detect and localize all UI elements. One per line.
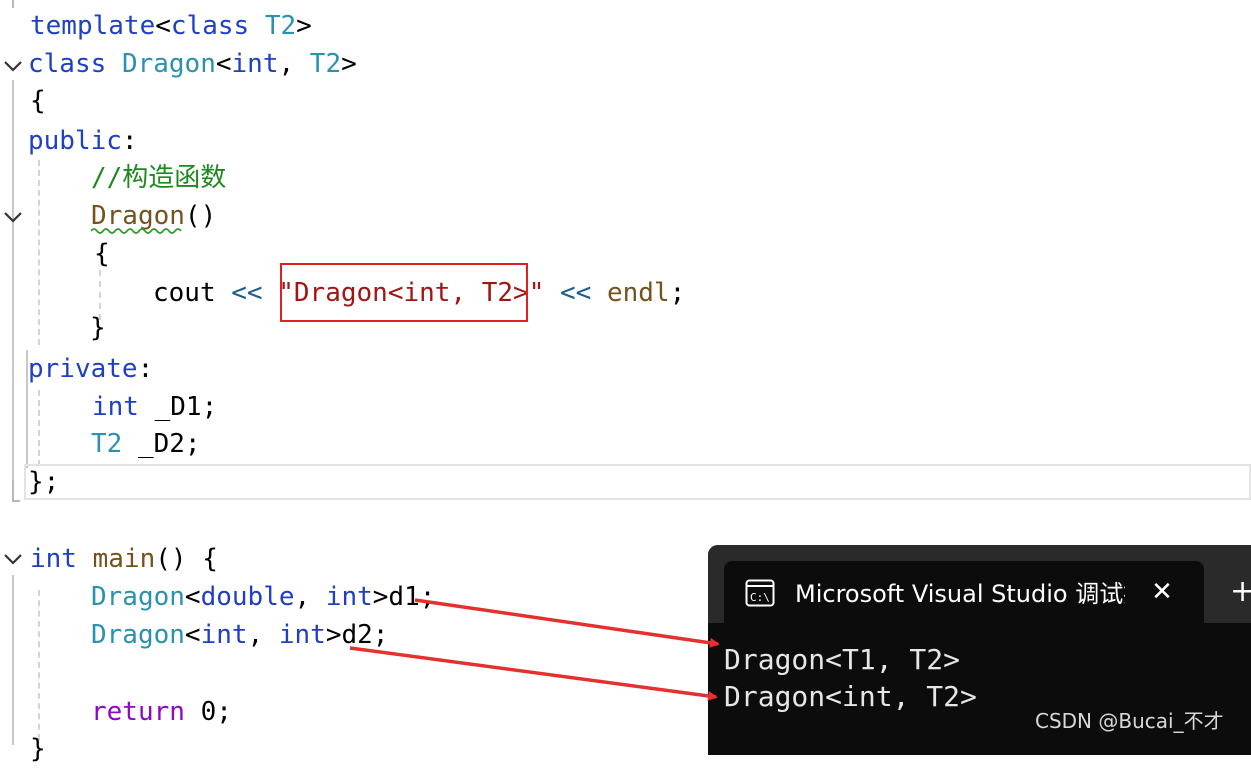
fold-chevron-icon[interactable] [3, 207, 23, 227]
console-output-line: Dragon<int, T2> [724, 680, 977, 713]
keyword: public [28, 126, 122, 156]
code-line[interactable]: Dragon<int, int>d2; [91, 616, 388, 654]
keyword: template [30, 11, 156, 41]
code-line[interactable]: template<class T2> [30, 7, 312, 45]
close-icon[interactable]: ✕ [1148, 578, 1176, 606]
keyword: int [325, 582, 373, 612]
identifier: 0; [184, 697, 232, 727]
keyword: class [28, 49, 107, 79]
keyword: private [28, 354, 138, 384]
keyword: class [170, 11, 250, 41]
current-line-highlight [24, 464, 1251, 500]
keyword: double [200, 582, 295, 612]
fold-bracket-class-end [12, 480, 20, 502]
keyword: int [200, 620, 248, 650]
warning-squiggle [91, 228, 182, 234]
function-name: main [92, 544, 156, 574]
type-name: T2 [309, 49, 342, 79]
watermark: CSDN @Bucai_不才 [1035, 709, 1224, 733]
code-line[interactable]: int _D1; [92, 388, 217, 426]
brace: } [30, 734, 46, 764]
fold-chevron-icon[interactable] [3, 549, 23, 569]
punct: , [278, 49, 310, 79]
code-line[interactable]: } [90, 309, 106, 347]
identifier: cout [153, 278, 216, 308]
punct: > [296, 11, 312, 41]
highlight-box [280, 263, 528, 322]
identifier: >d1; [372, 582, 436, 612]
class-name: Dragon [91, 620, 185, 650]
indent-guide-public [38, 160, 40, 345]
class-name: Dragon [91, 582, 185, 612]
brace: }; [28, 467, 60, 497]
punct: > [341, 49, 357, 79]
punct: < [184, 620, 201, 650]
code-line[interactable]: { [30, 82, 46, 120]
terminal-icon: C:\ [745, 579, 775, 607]
comment: //构造函数 [91, 163, 227, 193]
identifier: _D2; [122, 429, 201, 459]
brace: { [94, 239, 110, 269]
operator: << [544, 278, 607, 308]
code-line[interactable]: private: [28, 350, 153, 388]
console-title: Microsoft Visual Studio 调试控制台 [795, 580, 1125, 608]
punct: , [247, 620, 279, 650]
code-line[interactable]: //构造函数 [91, 159, 226, 197]
fold-bracket-top [12, 0, 20, 8]
keyword: int [30, 544, 77, 574]
indent-guide-private [38, 390, 40, 466]
punct: () { [155, 544, 218, 574]
code-line[interactable]: T2 _D2; [91, 425, 201, 463]
code-line[interactable]: int main() { [30, 540, 218, 578]
punct: < [184, 582, 201, 612]
class-name: Dragon [121, 49, 216, 79]
code-line[interactable]: class Dragon<int, T2> [28, 45, 357, 83]
code-line[interactable]: } [30, 730, 46, 768]
code-line[interactable]: Dragon<double, int>d1; [91, 578, 435, 616]
punct: ; [669, 278, 686, 308]
keyword: int [278, 620, 326, 650]
console-output-line: Dragon<T1, T2> [724, 643, 961, 676]
keyword: int [231, 49, 279, 79]
code-line[interactable]: public: [28, 122, 138, 160]
keyword: return [91, 697, 185, 727]
punct: < [215, 49, 232, 79]
punct: : [121, 126, 138, 156]
fold-chevron-icon[interactable] [3, 56, 23, 76]
brace: } [90, 313, 106, 343]
type-name: T2 [264, 11, 297, 41]
identifier: >d2; [325, 620, 389, 650]
indent-guide-main [12, 575, 14, 745]
brace: { [30, 86, 46, 116]
indent-guide-class [12, 80, 14, 500]
code-line[interactable]: }; [28, 463, 59, 501]
punct: < [155, 11, 171, 41]
identifier: _D1; [138, 392, 218, 422]
identifier: endl [606, 278, 670, 308]
keyword: int [92, 392, 139, 422]
code-line[interactable]: return 0; [91, 693, 232, 731]
type-name: T2 [91, 429, 123, 459]
svg-text:C:\: C:\ [750, 591, 770, 604]
punct: : [137, 354, 154, 384]
punct: () [184, 201, 217, 231]
new-tab-button[interactable]: + [1230, 576, 1251, 608]
operator: << [215, 278, 279, 308]
punct: , [294, 582, 326, 612]
code-line[interactable]: { [94, 235, 110, 273]
indent-guide-main-body [38, 590, 40, 740]
